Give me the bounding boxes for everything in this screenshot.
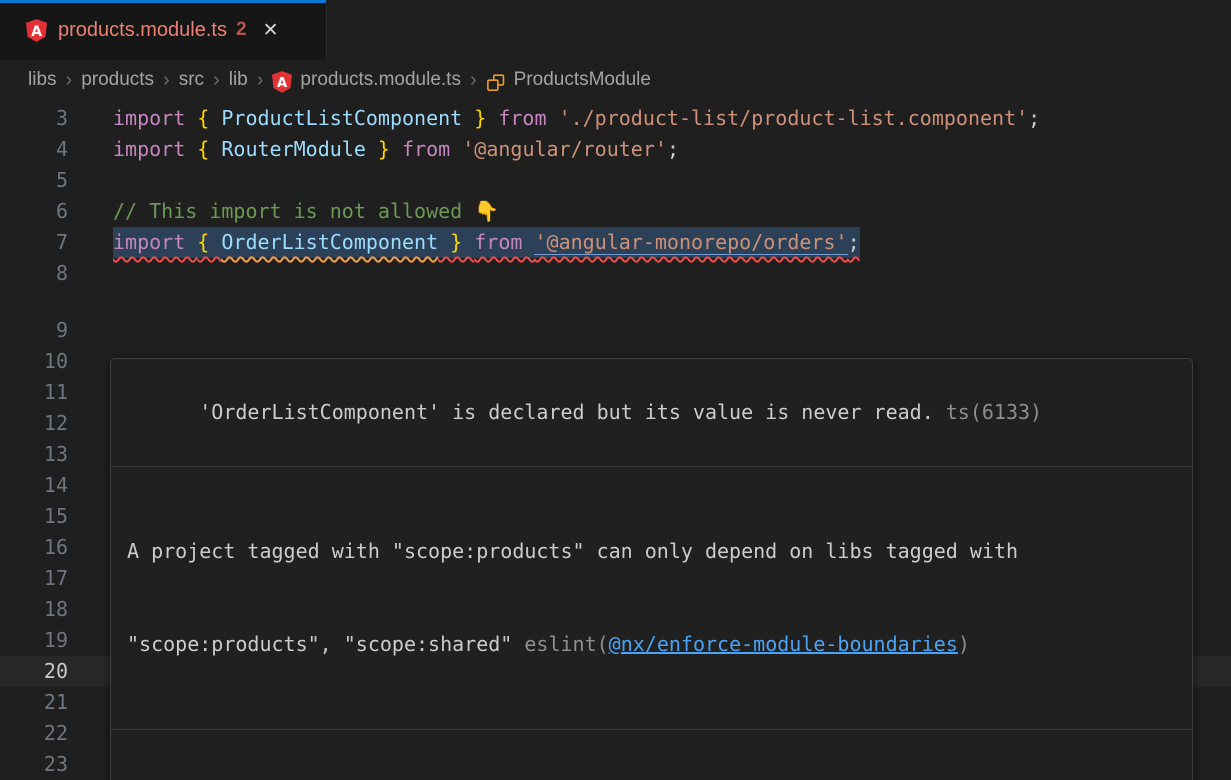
breadcrumb-separator: ›	[470, 69, 477, 92]
breadcrumb-item-products[interactable]: products	[81, 69, 154, 91]
diagnostic-message-line1: A project tagged with "scope:products" c…	[127, 536, 1176, 567]
diagnostic-module-path: module "/Users/isaac/Documents/code/nx-r…	[111, 729, 1192, 780]
tab-strip-empty	[327, 0, 1231, 60]
angular-icon: A	[272, 71, 292, 93]
line-number: 7	[0, 227, 68, 258]
diagnostic-source: )	[958, 632, 970, 656]
code-token: }	[462, 106, 498, 130]
code-text: import { ProductListComponent } from './…	[113, 103, 1040, 134]
line-number: 14	[0, 470, 68, 501]
close-icon[interactable]: ✕	[263, 19, 279, 42]
hover-popup: 'OrderListComponent' is declared but its…	[110, 358, 1193, 780]
code-token: import	[113, 106, 197, 130]
breadcrumb-separator: ›	[163, 69, 170, 92]
code-token: ;	[1028, 106, 1040, 130]
breadcrumb-separator: ›	[213, 69, 220, 92]
line-number: 10	[0, 346, 68, 377]
class-symbol-icon	[486, 72, 506, 92]
diagnostic-message: 'OrderListComponent' is declared but its…	[199, 400, 934, 424]
svg-text:A: A	[31, 23, 42, 39]
breadcrumb-item-file[interactable]: products.module.ts	[300, 69, 461, 91]
diagnostic-text: "scope:products", "scope:shared"	[127, 632, 524, 656]
line-number: 21	[0, 687, 68, 718]
code-token: RouterModule	[221, 137, 366, 161]
breadcrumb-item-symbol[interactable]: ProductsModule	[514, 69, 651, 91]
breadcrumb-item-lib[interactable]: lib	[229, 69, 248, 91]
code-token: {	[197, 106, 221, 130]
code-token: {	[197, 137, 221, 161]
diagnostic-source: eslint(	[524, 632, 608, 656]
code-token: import	[113, 230, 197, 254]
breadcrumb-separator: ›	[257, 69, 264, 92]
code-token: from	[402, 137, 462, 161]
line-number: 11	[0, 377, 68, 408]
code-token: ProductListComponent	[221, 106, 462, 130]
angular-icon: A	[26, 19, 47, 42]
code-text: // This import is not allowed 👇	[113, 196, 499, 227]
code-token: // This import is not allowed 👇	[113, 199, 499, 223]
code-token: import	[113, 137, 197, 161]
tab-title: products.module.ts	[58, 19, 227, 42]
svg-text:A: A	[277, 76, 288, 91]
breadcrumb-separator: ›	[66, 69, 73, 92]
code-token-module-link[interactable]: '@angular-monorepo/orders'	[534, 230, 847, 255]
line-number: 16	[0, 532, 68, 563]
diagnostic-source: ts(6133)	[946, 400, 1042, 424]
code-token: from	[498, 106, 558, 130]
code-token: {	[197, 230, 221, 254]
code-line[interactable]: 8	[0, 258, 1231, 289]
line-number: 22	[0, 718, 68, 749]
code-token-warning: OrderListComponent	[221, 230, 438, 254]
line-number: 3	[0, 103, 68, 134]
diagnostic-eslint-boundaries: A project tagged with "scope:products" c…	[111, 466, 1192, 729]
code-editor[interactable]: 3 import { ProductListComponent } from '…	[0, 100, 1231, 780]
eslint-rule-link[interactable]: @nx/enforce-module-boundaries	[609, 632, 958, 656]
code-token: from	[474, 230, 534, 254]
code-token: '@angular/router'	[462, 137, 667, 161]
code-text: import { RouterModule } from '@angular/r…	[113, 134, 679, 165]
line-number: 8	[0, 258, 68, 289]
tab-problems-badge: 2	[236, 19, 247, 41]
breadcrumb-item-libs[interactable]: libs	[28, 69, 57, 91]
active-tab-accent	[0, 0, 326, 3]
line-number: 23	[0, 749, 68, 780]
code-line[interactable]: 4 import { RouterModule } from '@angular…	[0, 134, 1231, 165]
tab-bar: A products.module.ts 2 ✕	[0, 0, 1231, 60]
code-token: ;	[667, 137, 679, 161]
code-token: './product-list/product-list.component'	[559, 106, 1029, 130]
line-number: 5	[0, 165, 68, 196]
code-line[interactable]: 3 import { ProductListComponent } from '…	[0, 103, 1231, 134]
line-number: 19	[0, 625, 68, 656]
tab-products-module[interactable]: A products.module.ts 2 ✕	[0, 0, 327, 60]
code-line[interactable]: 9	[0, 315, 1231, 346]
line-number: 20	[0, 656, 68, 687]
code-line[interactable]: 6 // This import is not allowed 👇	[0, 196, 1231, 227]
line-number: 9	[0, 315, 68, 346]
line-number: 4	[0, 134, 68, 165]
line-number: 13	[0, 439, 68, 470]
line-number: 6	[0, 196, 68, 227]
line-number: 18	[0, 594, 68, 625]
code-token: ;	[848, 230, 860, 254]
line-number: 12	[0, 408, 68, 439]
diagnostic-ts-unused: 'OrderListComponent' is declared but its…	[111, 359, 1192, 466]
code-token: }	[438, 230, 474, 254]
code-line[interactable]: 5	[0, 165, 1231, 196]
breadcrumb: libs › products › src › lib › A products…	[0, 60, 1231, 100]
code-text-squiggle: import { OrderListComponent } from '@ang…	[113, 227, 860, 258]
diagnostic-text: A project tagged with "scope:products" c…	[127, 539, 1018, 563]
code-line-error[interactable]: 7 import { OrderListComponent } from '@a…	[0, 227, 1231, 258]
line-number: 17	[0, 563, 68, 594]
breadcrumb-item-src[interactable]: src	[179, 69, 204, 91]
diagnostic-message-line2: "scope:products", "scope:shared" eslint(…	[127, 629, 1176, 660]
code-token: }	[366, 137, 402, 161]
line-number: 15	[0, 501, 68, 532]
